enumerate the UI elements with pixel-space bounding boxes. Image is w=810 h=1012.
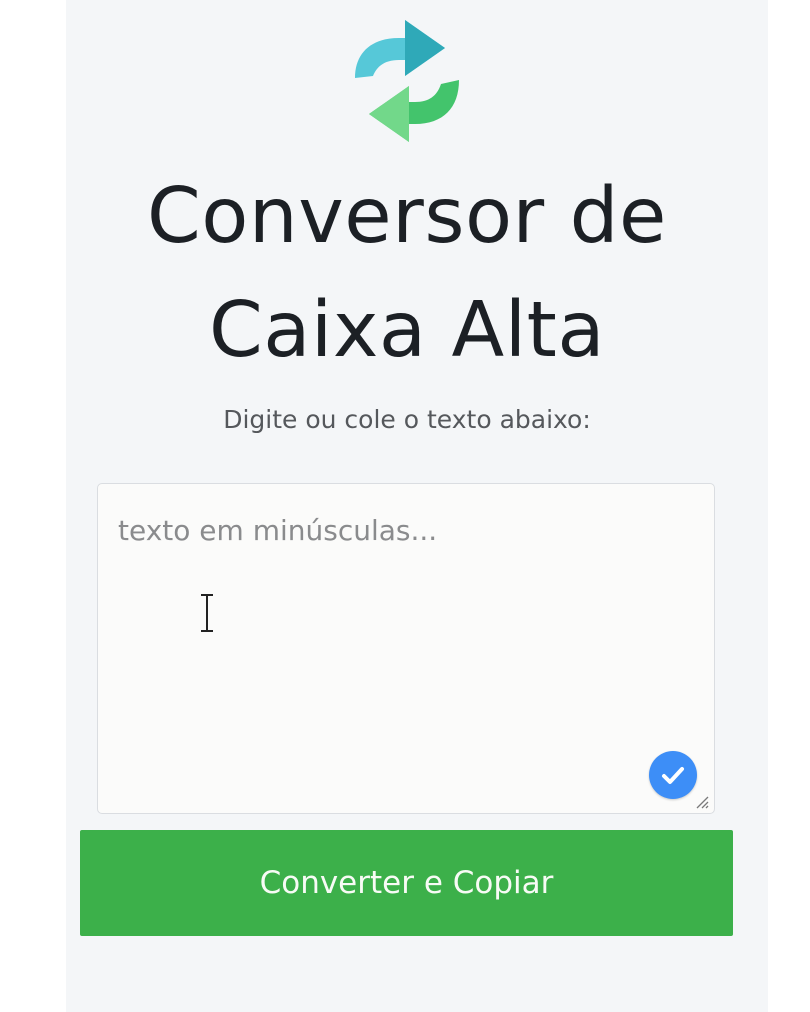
resize-handle-icon[interactable] [693,793,709,809]
grammar-check-badge[interactable] [649,751,697,799]
convert-copy-button[interactable]: Converter e Copiar [80,830,733,936]
title-line-2: Caixa Alta [208,286,605,375]
page-title: Conversor de Caixa Alta [66,160,748,388]
text-input[interactable] [97,483,715,814]
check-icon [662,767,684,784]
convert-arrows-icon [355,20,459,142]
instructions-text: Digite ou cole o texto abaixo: [223,405,591,434]
app-page: Conversor de Caixa Alta Digite ou cole o… [0,0,810,1012]
text-editor-container [97,483,715,814]
title-line-1: Conversor de [147,172,667,261]
